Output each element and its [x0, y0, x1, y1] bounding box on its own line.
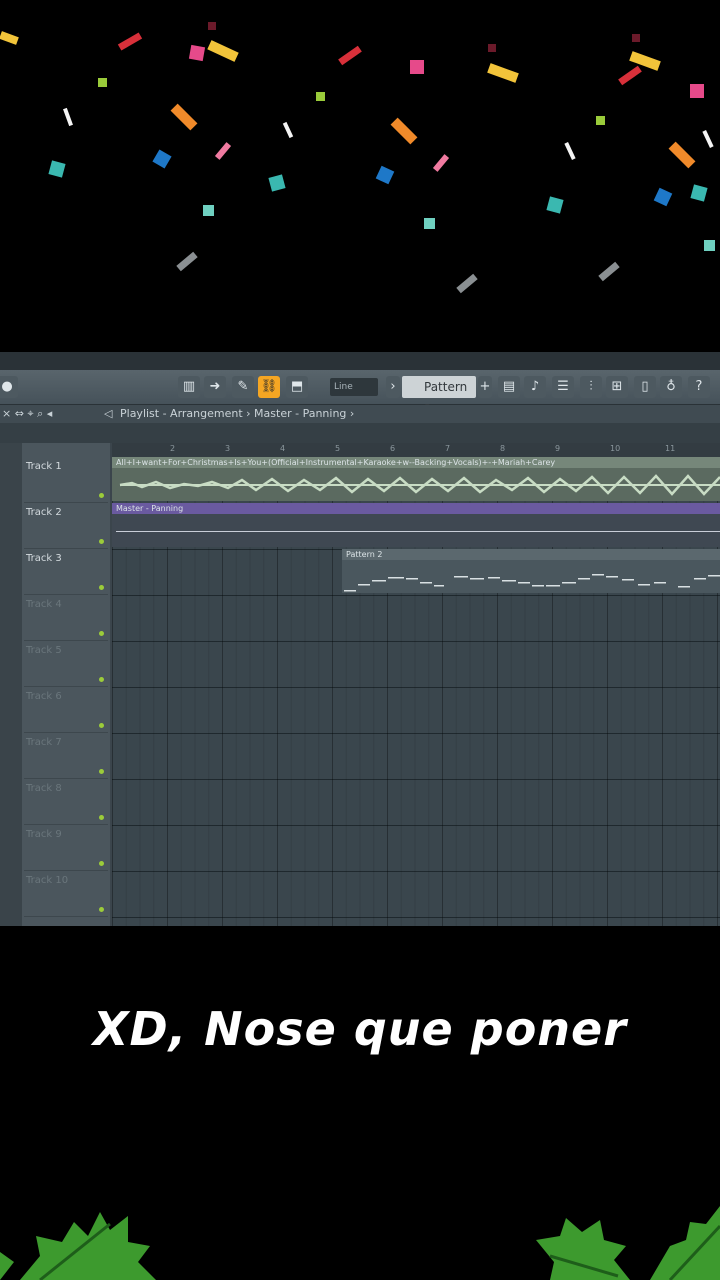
track-enable-led[interactable] [99, 861, 104, 866]
automation-line [116, 531, 720, 532]
track-header[interactable]: Track 1 [24, 457, 108, 503]
track-name: Track 6 [26, 691, 62, 702]
track-header[interactable]: Track 6 [24, 687, 108, 733]
arrows-icon[interactable]: × ⇔ ⌖ ⌕ ◂ [2, 405, 52, 423]
track-name: Track 3 [26, 553, 62, 564]
playlist-title: Playlist - Arrangement › Master - Pannin… [120, 407, 355, 420]
snap-mode-select[interactable]: Line [330, 378, 378, 396]
pattern-clip[interactable]: Pattern 2 [342, 549, 720, 593]
bar-label: 6 [390, 444, 396, 453]
track-name: Track 5 [26, 645, 62, 656]
audio-clip[interactable]: All+I+want+For+Christmas+Is+You+(Officia… [112, 457, 720, 501]
clip-header [342, 549, 720, 560]
draw-pencil-icon[interactable]: ✎ [232, 376, 254, 398]
holly-leaf-icon [536, 1206, 720, 1280]
bar-label: 8 [500, 444, 506, 453]
holly-leaf-icon [0, 1212, 156, 1280]
track-enable-led[interactable] [99, 539, 104, 544]
track-enable-led[interactable] [99, 815, 104, 820]
pattern-selector[interactable]: Pattern 2 [402, 376, 476, 416]
track-name: Track 4 [26, 599, 62, 610]
waveform [119, 474, 720, 496]
stamp-icon[interactable]: ⬒ [286, 376, 308, 398]
audio-clip-label: All+I+want+For+Christmas+Is+You+(Officia… [116, 458, 556, 467]
track-header[interactable]: Track 9 [24, 825, 108, 871]
bar-label: 2 [170, 444, 176, 453]
bar-label: 10 [610, 444, 621, 453]
track-header[interactable]: Track 5 [24, 641, 108, 687]
record-icon[interactable]: ● [0, 376, 18, 398]
track-name: Track 1 [26, 461, 62, 472]
track-name: Track 2 [26, 507, 62, 518]
browser-icon[interactable]: ▤ [498, 376, 520, 398]
track-headers: Track 1 Track 2 Track 3 Track 4 Track 5 … [0, 443, 110, 926]
track-enable-led[interactable] [99, 723, 104, 728]
track-header[interactable]: Track 2 [24, 503, 108, 549]
link-icon[interactable]: ⛓ [258, 376, 280, 398]
automation-clip-label: Master - Panning [116, 504, 184, 513]
channel-rack-icon[interactable]: ☰ [552, 376, 574, 398]
track-name: Track 8 [26, 783, 62, 794]
track-enable-led[interactable] [99, 631, 104, 636]
track-header[interactable]: Track 10 [24, 871, 108, 917]
mic-icon[interactable]: ♁ [660, 376, 682, 398]
track-header[interactable]: Track 7 [24, 733, 108, 779]
pattern-notes [344, 574, 720, 592]
bar-label: 5 [335, 444, 341, 453]
bar-label: 9 [555, 444, 561, 453]
daw-window: ● ▥ ➜ ✎ ⛓ ⬒ Line › Pattern 2 + ▤ ♪ ☰ ⫶ ⊞… [0, 352, 720, 926]
track-header[interactable]: Track 4 [24, 595, 108, 641]
pattern-prev-icon[interactable]: › [386, 376, 400, 398]
playlist-toolbar: ● ▥ ➜ ✎ ⛓ ⬒ Line › Pattern 2 + ▤ ♪ ☰ ⫶ ⊞… [0, 370, 720, 416]
add-pattern-icon[interactable]: + [478, 376, 492, 398]
plugin-icon[interactable]: ⊞ [606, 376, 628, 398]
transport-strip [0, 352, 720, 370]
bar-label: 3 [225, 444, 231, 453]
track-header[interactable]: Track 3 [24, 549, 108, 595]
bar-label: 11 [665, 444, 676, 453]
picker-panel [0, 443, 22, 926]
file-icon[interactable]: ▯ [634, 376, 656, 398]
arrow-icon[interactable]: ➜ [204, 376, 226, 398]
speaker-icon: ◁ [104, 407, 113, 420]
timeline-ruler[interactable]: 2 3 4 5 6 7 8 9 10 11 [112, 443, 720, 457]
automation-clip[interactable]: Master - Panning [112, 503, 720, 547]
track-enable-led[interactable] [99, 769, 104, 774]
track-enable-led[interactable] [99, 677, 104, 682]
caption-text: XD, Nose que poner [93, 1002, 627, 1056]
track-enable-led[interactable] [99, 907, 104, 912]
snap-icon[interactable]: ▥ [178, 376, 200, 398]
pattern-clip-label: Pattern 2 [346, 550, 383, 559]
help-icon[interactable]: ? [688, 376, 710, 398]
playlist-subbar [0, 423, 720, 443]
track-enable-led[interactable] [99, 493, 104, 498]
playlist-titlebar: × ⇔ ⌖ ⌕ ◂ ◁ Playlist - Arrangement › Mas… [0, 405, 720, 423]
track-enable-led[interactable] [99, 585, 104, 590]
track-name: Track 10 [26, 875, 69, 886]
track-name: Track 7 [26, 737, 62, 748]
track-header[interactable]: Track 8 [24, 779, 108, 825]
bar-label: 7 [445, 444, 451, 453]
piano-roll-icon[interactable]: ♪ [524, 376, 546, 398]
clip-header [112, 503, 720, 514]
track-name: Track 9 [26, 829, 62, 840]
confetti-decoration [0, 0, 720, 330]
bar-label: 4 [280, 444, 286, 453]
mixer-icon[interactable]: ⫶ [580, 376, 602, 398]
